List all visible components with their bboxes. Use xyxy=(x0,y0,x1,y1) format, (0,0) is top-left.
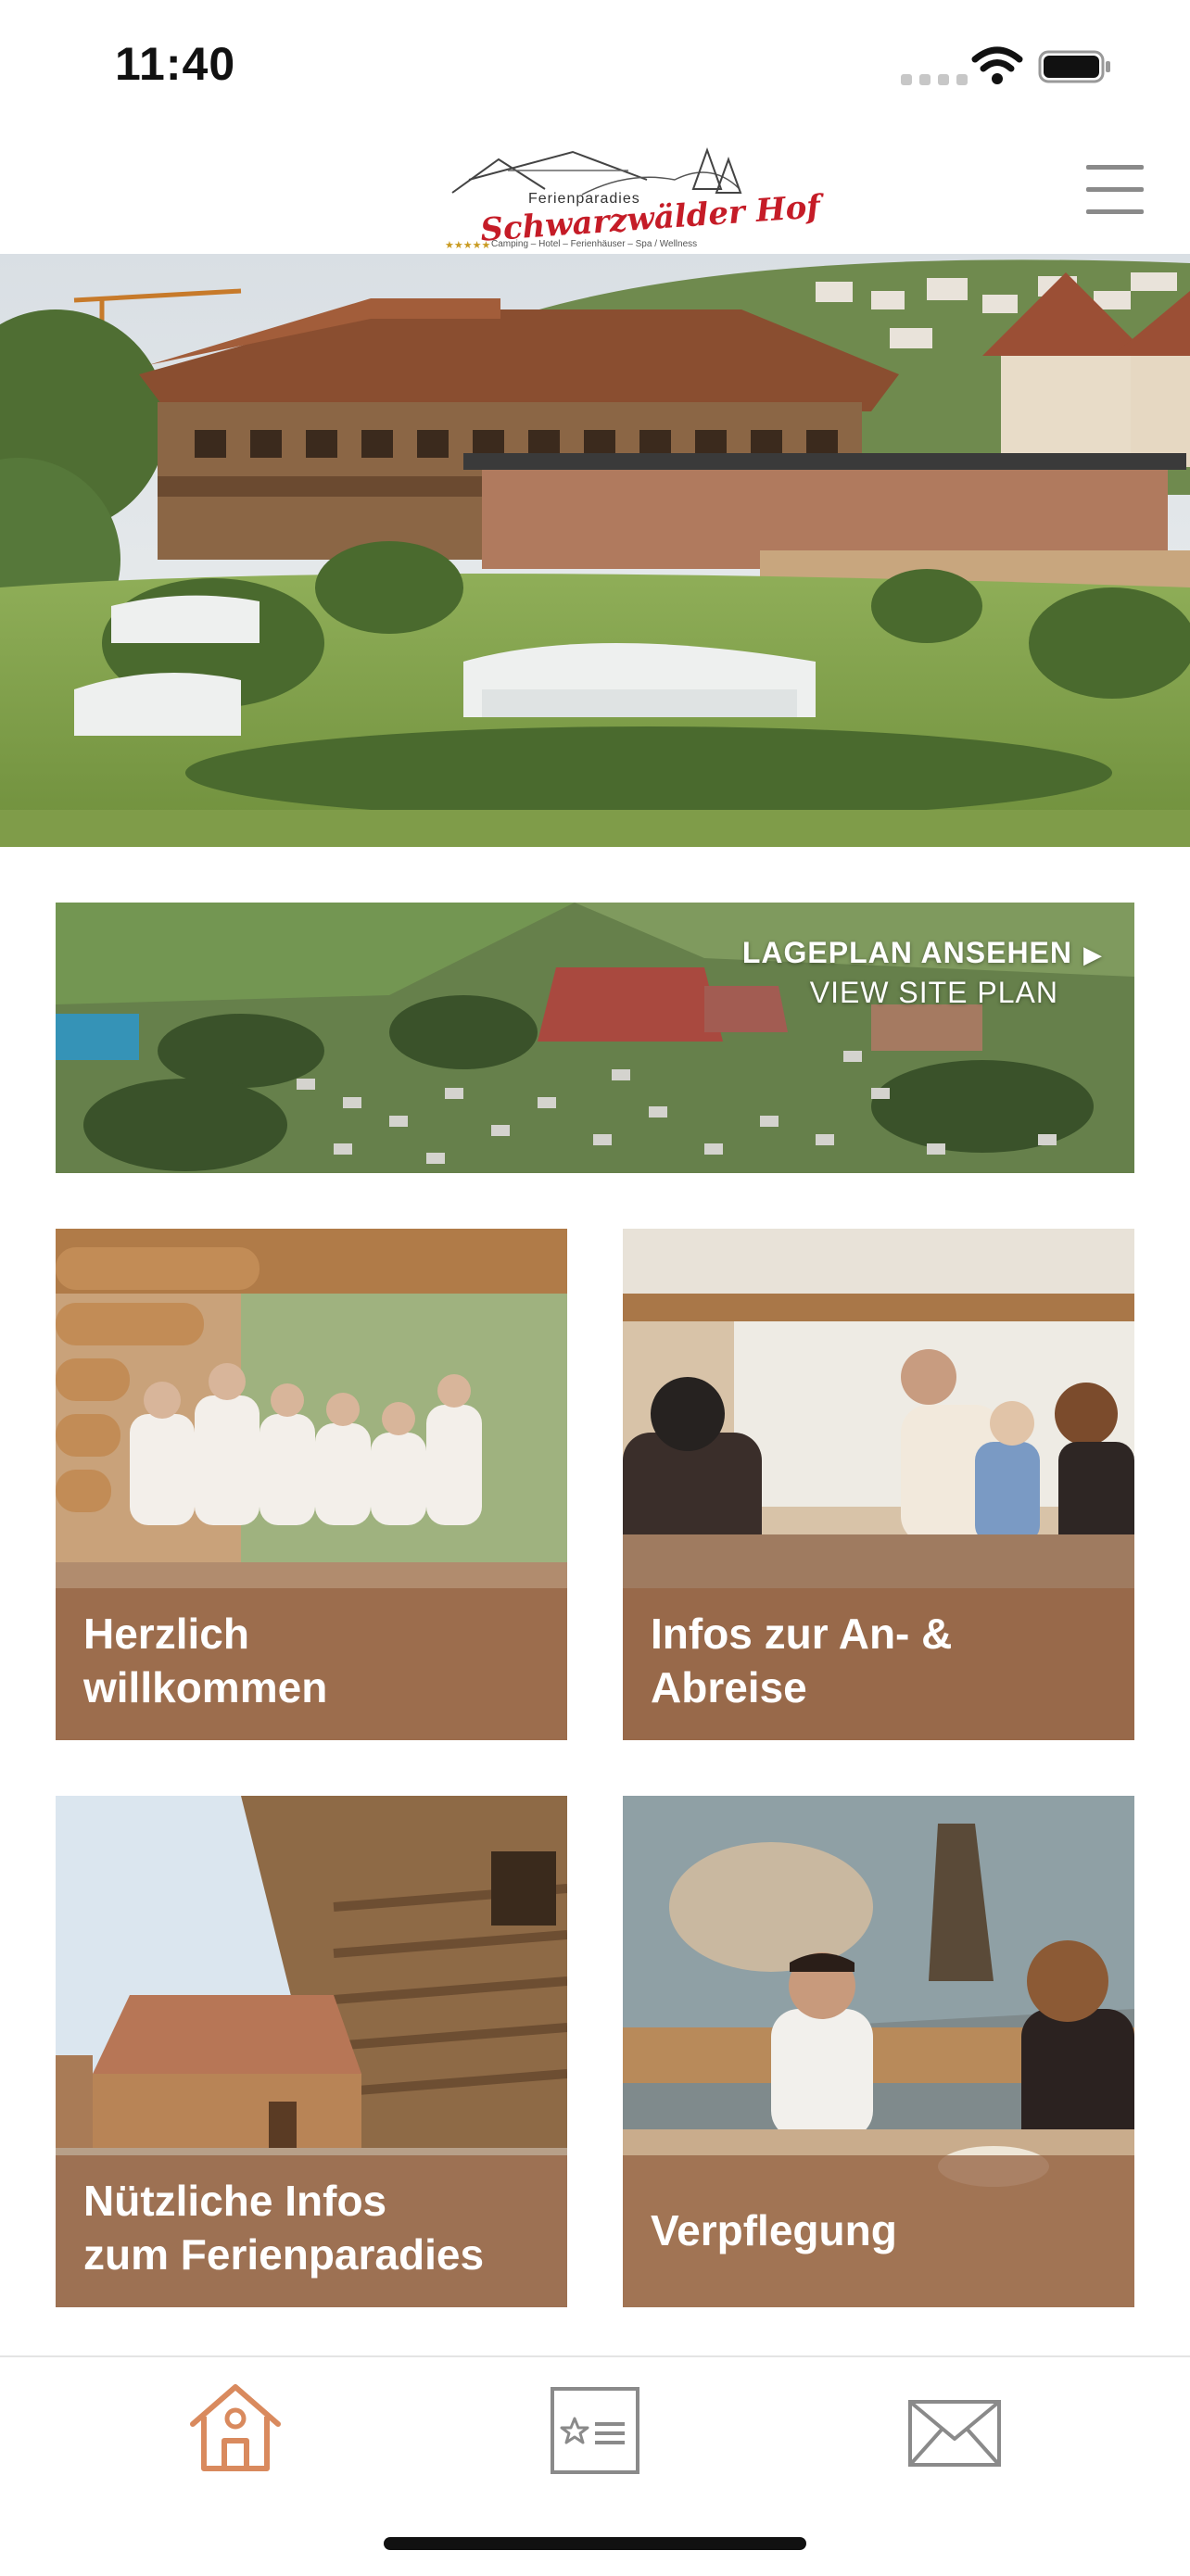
tile-label: Verpflegung xyxy=(651,2206,897,2254)
favorites-list-icon xyxy=(551,2387,639,2474)
site-plan-subtitle: VIEW SITE PLAN xyxy=(809,976,1058,1009)
app-header: Ferienparadies Schwarzwälder Hof ★★★★★ C… xyxy=(0,130,1190,254)
tile-label: Nützliche Infos zum Ferienparadies xyxy=(83,2177,485,2279)
cellular-signal-icon xyxy=(901,74,968,85)
brand-logo[interactable]: Ferienparadies Schwarzwälder Hof ★★★★★ C… xyxy=(443,143,821,252)
battery-icon xyxy=(1038,50,1110,83)
tile-label: Infos zur An- & Abreise xyxy=(651,1610,953,1711)
site-plan-title: LAGEPLAN ANSEHEN ▶ xyxy=(742,936,1103,970)
tile-useful-info[interactable]: Nützliche Infos zum Ferienparadies xyxy=(56,1796,567,2307)
home-icon xyxy=(190,2384,281,2471)
tile-catering[interactable]: Verpflegung xyxy=(623,1796,1134,2307)
tab-contact[interactable] xyxy=(899,2378,1010,2480)
logo-stars: ★★★★★ xyxy=(445,240,491,251)
tile-welcome[interactable]: Herzlich willkommen xyxy=(56,1229,567,1740)
hamburger-menu-icon[interactable] xyxy=(1086,165,1144,217)
logo-tagline: Camping – Hotel – Ferienhäuser – Spa / W… xyxy=(491,239,698,249)
site-plan-title-label: LAGEPLAN ANSEHEN xyxy=(741,936,1072,969)
wifi-icon xyxy=(971,46,1023,84)
hero-photo xyxy=(0,254,1190,847)
home-indicator[interactable] xyxy=(384,2537,806,2550)
tile-arrival-departure[interactable]: Infos zur An- & Abreise xyxy=(623,1229,1134,1740)
triangle-right-icon: ▶ xyxy=(1083,941,1103,968)
site-plan-banner[interactable]: LAGEPLAN ANSEHEN ▶ VIEW SITE PLAN xyxy=(56,903,1134,1173)
status-time: 11:40 xyxy=(115,38,236,90)
tab-home[interactable] xyxy=(180,2378,291,2480)
logo-house-drawing-icon xyxy=(451,147,742,196)
tile-label: Herzlich willkommen xyxy=(83,1610,328,1711)
envelope-icon xyxy=(908,2400,1001,2467)
site-plan-text: LAGEPLAN ANSEHEN ▶ VIEW SITE PLAN xyxy=(742,936,1103,1010)
status-bar: 11:40 xyxy=(0,0,1190,130)
tab-favorites[interactable] xyxy=(539,2378,651,2480)
